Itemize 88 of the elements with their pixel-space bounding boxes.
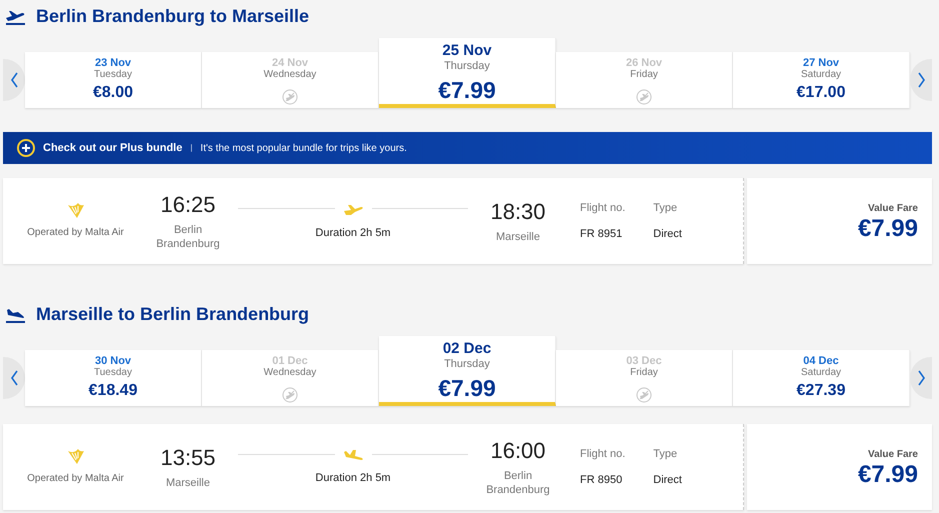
arrival-city: Berlin Brandenburg bbox=[485, 469, 551, 497]
chevron-right-icon bbox=[916, 370, 926, 386]
harp-logo-icon bbox=[66, 202, 86, 219]
date-tab[interactable]: 23 Nov Tuesday €8.00 bbox=[25, 52, 202, 108]
departure-city: Berlin Brandenburg bbox=[155, 223, 221, 251]
date-label: 02 Dec bbox=[442, 340, 492, 357]
chevron-left-icon bbox=[10, 72, 18, 88]
day-label: Saturday bbox=[800, 69, 842, 81]
fare-price: €7.99 bbox=[438, 374, 496, 402]
flight-card[interactable]: Operated by Malta Air 13:55 Marseille Duration 2h 5m 16:00 Berlin Brandenburg Flight no. FR 8950 Type Direct bbox=[3, 424, 744, 510]
next-button[interactable] bbox=[910, 59, 932, 101]
day-label: Wednesday bbox=[264, 367, 316, 379]
departure-city: Marseille bbox=[164, 476, 211, 490]
date-label: 24 Nov bbox=[272, 57, 308, 69]
chevron-right-icon bbox=[916, 72, 926, 88]
fare-price: €17.00 bbox=[796, 83, 846, 103]
banner-text: It's the most popular bundle for trips like yours. bbox=[200, 142, 407, 156]
next-button[interactable] bbox=[910, 357, 932, 399]
duration-label: Duration 2h 5m bbox=[315, 470, 391, 486]
date-label: 25 Nov bbox=[442, 42, 492, 59]
type-label: Type bbox=[653, 446, 678, 462]
plus-icon bbox=[17, 139, 35, 157]
banner-title: Check out our Plus bundle bbox=[43, 140, 182, 156]
fare-name: Value Fare bbox=[868, 448, 918, 462]
day-label: Saturday bbox=[800, 367, 842, 379]
fare-price: €7.99 bbox=[858, 462, 918, 488]
separator-mark: | bbox=[190, 142, 192, 154]
no-flight-icon bbox=[636, 88, 652, 105]
duration-label: Duration 2h 5m bbox=[315, 226, 391, 241]
section-title: Marseille to Berlin Brandenburg bbox=[36, 304, 310, 326]
day-label: Tuesday bbox=[94, 367, 132, 379]
date-tab[interactable]: 01 Dec Wednesday bbox=[202, 350, 379, 406]
date-tab[interactable]: 25 Nov Thursday €7.99 bbox=[379, 38, 556, 108]
arrival-city: Marseille bbox=[494, 230, 541, 244]
departure-time: 16:25 bbox=[160, 191, 216, 219]
flight-number-label: Flight no. bbox=[580, 200, 626, 216]
day-label: Tuesday bbox=[94, 69, 132, 81]
previous-button[interactable] bbox=[3, 59, 25, 101]
fare-price: €8.00 bbox=[92, 83, 134, 103]
date-label: 27 Nov bbox=[802, 57, 840, 69]
operator-label: Operated by Malta Air bbox=[27, 226, 124, 240]
day-label: Friday bbox=[630, 69, 658, 81]
operator-label: Operated by Malta Air bbox=[27, 472, 124, 486]
fare-panel[interactable]: Value Fare €7.99 bbox=[747, 424, 932, 510]
date-label: 26 Nov bbox=[626, 57, 662, 69]
date-label: 03 Dec bbox=[626, 355, 662, 367]
no-flight-icon bbox=[636, 386, 652, 403]
previous-button[interactable] bbox=[3, 357, 25, 399]
promo-banner[interactable]: Check out our Plus bundle | It's the most popular bundle for trips like yours. bbox=[3, 132, 932, 164]
date-label: 23 Nov bbox=[94, 57, 132, 69]
fare-panel[interactable]: Value Fare €7.99 bbox=[747, 178, 932, 264]
flight-number: FR 8950 bbox=[580, 473, 624, 488]
day-label: Friday bbox=[630, 367, 658, 379]
date-tab[interactable]: 30 Nov Tuesday €18.49 bbox=[25, 350, 202, 406]
airplane-icon bbox=[342, 448, 364, 462]
landing-icon bbox=[5, 308, 26, 322]
section-title: Berlin Brandenburg to Marseille bbox=[36, 6, 310, 28]
day-label: Thursday bbox=[444, 59, 490, 74]
date-tab[interactable]: 26 Nov Friday bbox=[556, 52, 733, 108]
date-label: 30 Nov bbox=[94, 355, 132, 367]
takeoff-icon bbox=[5, 10, 26, 24]
departure-time: 13:55 bbox=[160, 444, 216, 472]
fare-price: €27.39 bbox=[796, 381, 846, 401]
date-tab[interactable]: 27 Nov Saturday €17.00 bbox=[733, 52, 910, 108]
arrival-time: 18:30 bbox=[490, 198, 546, 226]
date-tab[interactable]: 03 Dec Friday bbox=[556, 350, 733, 406]
date-tab[interactable]: 04 Dec Saturday €27.39 bbox=[733, 350, 910, 406]
flight-type: Direct bbox=[653, 473, 682, 488]
type-label: Type bbox=[653, 200, 678, 216]
fare-price: €7.99 bbox=[438, 76, 496, 104]
flight-number: FR 8951 bbox=[580, 227, 624, 242]
flight-card[interactable]: Operated by Malta Air 16:25 Berlin Brandenburg Duration 2h 5m 18:30 Marseille Flight no. FR 8951 Type Direct bbox=[3, 178, 744, 264]
date-label: 01 Dec bbox=[272, 355, 308, 367]
arrival-time: 16:00 bbox=[490, 437, 546, 465]
day-label: Wednesday bbox=[264, 69, 316, 81]
date-tab[interactable]: 24 Nov Wednesday bbox=[202, 52, 379, 108]
flight-number-label: Flight no. bbox=[580, 446, 626, 462]
fare-price: €18.49 bbox=[88, 381, 138, 401]
no-flight-icon bbox=[282, 386, 298, 403]
chevron-left-icon bbox=[10, 370, 18, 386]
flight-type: Direct bbox=[653, 227, 682, 242]
no-flight-icon bbox=[282, 88, 298, 105]
fare-price: €7.99 bbox=[858, 216, 918, 242]
harp-logo-icon bbox=[66, 448, 86, 465]
day-label: Thursday bbox=[444, 357, 490, 372]
date-label: 04 Dec bbox=[803, 355, 839, 367]
fare-name: Value Fare bbox=[868, 202, 918, 216]
date-tab[interactable]: 02 Dec Thursday €7.99 bbox=[379, 336, 556, 406]
